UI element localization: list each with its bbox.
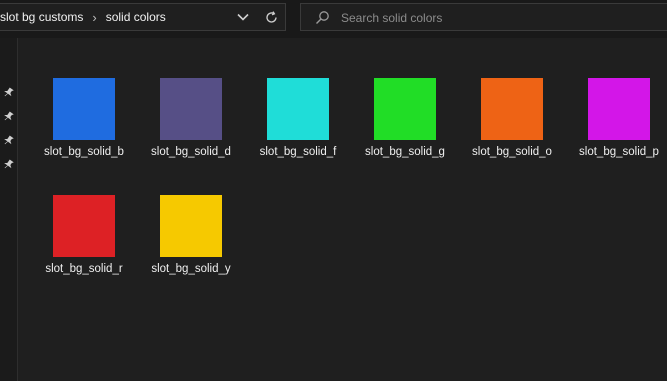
navigation-pane [0, 38, 18, 381]
file-thumbnail[interactable] [374, 78, 436, 140]
file-name[interactable]: slot_bg_solid_g [349, 146, 461, 158]
file-grid: slot_bg_solid_b slot_bg_solid_d slot_bg_… [18, 38, 667, 381]
file-thumbnail[interactable] [588, 78, 650, 140]
file-name[interactable]: slot_bg_solid_p [563, 146, 667, 158]
file-name[interactable]: slot_bg_solid_o [456, 146, 568, 158]
file-name[interactable]: slot_bg_solid_r [28, 263, 140, 275]
search-icon [316, 11, 329, 24]
file-name[interactable]: slot_bg_solid_f [242, 146, 354, 158]
search-placeholder[interactable]: Search solid colors [341, 11, 442, 25]
file-thumbnail[interactable] [160, 78, 222, 140]
file-name[interactable]: slot_bg_solid_y [135, 263, 247, 275]
pin-icon[interactable] [3, 111, 14, 122]
address-bar[interactable]: slot bg customs › solid colors [0, 3, 286, 31]
file-thumbnail[interactable] [267, 78, 329, 140]
breadcrumb-separator[interactable]: › [92, 10, 96, 25]
file-item[interactable]: slot_bg_solid_y [141, 195, 241, 300]
file-name[interactable]: slot_bg_solid_d [135, 146, 247, 158]
file-thumbnail[interactable] [53, 195, 115, 257]
breadcrumb-parent[interactable]: slot bg customs [0, 10, 83, 24]
file-item[interactable]: slot_bg_solid_r [34, 195, 134, 300]
pin-icon[interactable] [3, 135, 14, 146]
file-item[interactable]: slot_bg_solid_p [569, 78, 667, 183]
navigation-bar: slot bg customs › solid colors Search so… [0, 0, 667, 38]
refresh-icon[interactable] [264, 10, 279, 25]
file-item[interactable]: slot_bg_solid_g [355, 78, 455, 183]
file-thumbnail[interactable] [53, 78, 115, 140]
file-thumbnail[interactable] [481, 78, 543, 140]
file-item[interactable]: slot_bg_solid_b [34, 78, 134, 183]
file-thumbnail[interactable] [160, 195, 222, 257]
file-item[interactable]: slot_bg_solid_f [248, 78, 348, 183]
file-item[interactable]: slot_bg_solid_d [141, 78, 241, 183]
pin-icon[interactable] [3, 159, 14, 170]
search-box[interactable]: Search solid colors [300, 3, 667, 31]
file-item[interactable]: slot_bg_solid_o [462, 78, 562, 183]
chevron-down-icon[interactable] [236, 10, 250, 24]
pin-icon[interactable] [3, 87, 14, 98]
file-name[interactable]: slot_bg_solid_b [28, 146, 140, 158]
breadcrumb-current[interactable]: solid colors [106, 10, 166, 24]
